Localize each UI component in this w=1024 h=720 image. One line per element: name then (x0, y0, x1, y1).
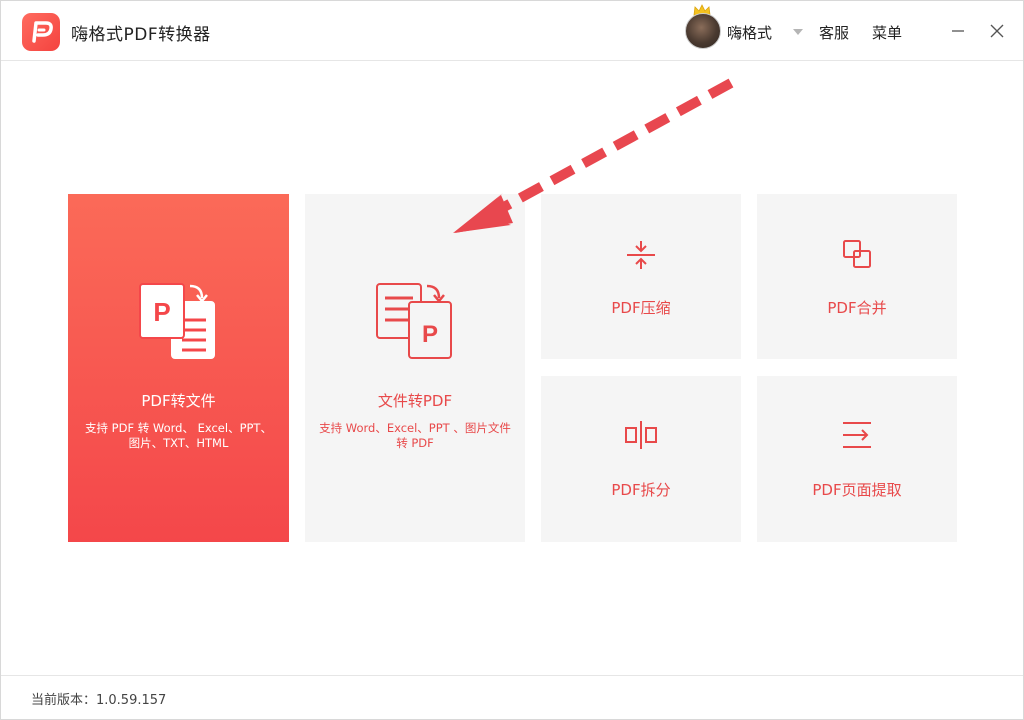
card-title: PDF转文件 (141, 392, 216, 410)
merge-icon (843, 240, 871, 268)
app-title: 嗨格式PDF转换器 (71, 25, 211, 45)
app-logo-icon (32, 21, 53, 43)
avatar[interactable] (685, 13, 721, 49)
split-icon (625, 421, 657, 449)
card-file-to-pdf[interactable]: P 文件转PDF 支持 Word、Excel、PPT 、图片文件转 PDF (305, 194, 525, 542)
app-window: 嗨格式PDF转换器 嗨格式 客服 菜单 P PDF转文件 支持 PDF 转 Wo… (0, 0, 1024, 720)
extract-page-icon (843, 422, 871, 448)
card-title: PDF合并 (827, 299, 887, 317)
card-title: PDF压缩 (611, 299, 671, 317)
version-label: 当前版本：1.0.59.157 (31, 693, 167, 708)
card-extract-pages[interactable]: PDF页面提取 (757, 376, 957, 542)
card-merge[interactable]: PDF合并 (757, 194, 957, 359)
pdf-to-file-icon: P (139, 283, 215, 359)
app-logo (22, 13, 60, 51)
close-button[interactable] (986, 20, 1008, 42)
support-button[interactable]: 客服 (819, 22, 849, 43)
svg-text:P: P (422, 321, 438, 348)
chevron-down-icon[interactable] (792, 28, 804, 36)
card-description: 支持 PDF 转 Word、 Excel、PPT、图片、TXT、HTML (85, 421, 272, 450)
card-split[interactable]: PDF拆分 (541, 376, 741, 542)
card-description: 支持 Word、Excel、PPT 、图片文件转 PDF (319, 421, 511, 450)
card-title: PDF页面提取 (812, 481, 902, 499)
compress-icon (627, 241, 655, 269)
minimize-button[interactable] (947, 20, 969, 42)
username[interactable]: 嗨格式 (727, 22, 772, 43)
file-to-pdf-icon: P (376, 283, 452, 359)
title-bar: 嗨格式PDF转换器 嗨格式 客服 菜单 (1, 1, 1023, 61)
menu-button[interactable]: 菜单 (872, 22, 902, 43)
card-compress[interactable]: PDF压缩 (541, 194, 741, 359)
card-pdf-to-file[interactable]: P PDF转文件 支持 PDF 转 Word、 Excel、PPT、图片、TXT… (68, 194, 289, 542)
footer-divider (1, 675, 1023, 676)
card-title: 文件转PDF (377, 392, 453, 410)
card-title: PDF拆分 (611, 481, 671, 499)
svg-text:P: P (153, 297, 170, 327)
